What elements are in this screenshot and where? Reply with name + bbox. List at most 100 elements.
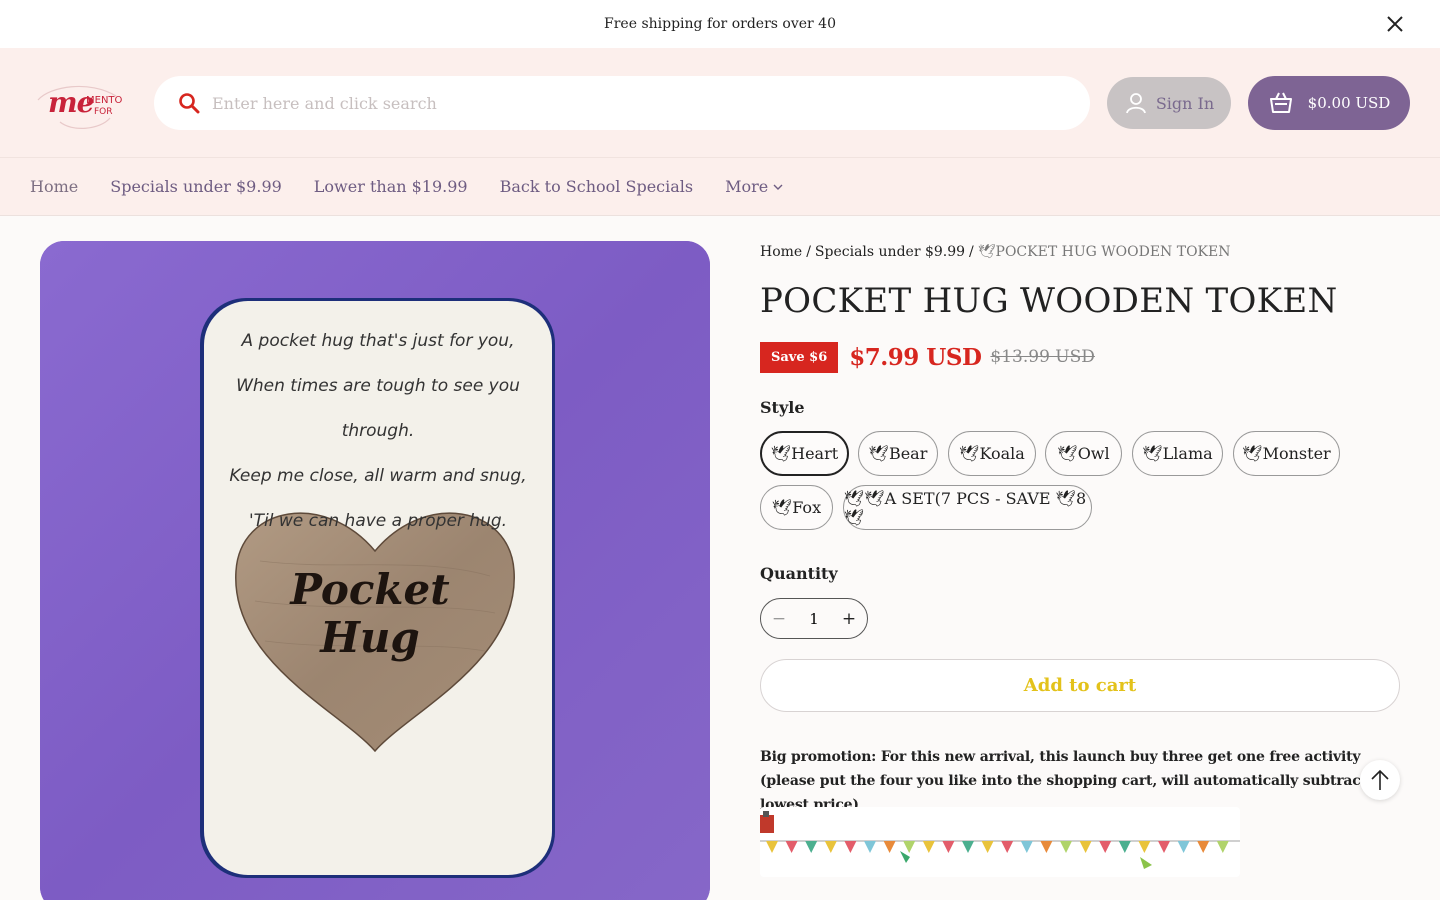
basket-icon [1269, 92, 1292, 113]
logo-text-top: MENTO [86, 95, 123, 106]
cart-total: $0.00 USD [1307, 94, 1391, 112]
bunting-flag [1138, 841, 1151, 853]
bunting-flag [962, 841, 974, 853]
nav-item-label: Specials under $9.99 [110, 177, 282, 196]
breadcrumb-home[interactable]: Home [760, 244, 802, 260]
style-option-monster[interactable]: 🕊Monster [1233, 431, 1340, 476]
token-text: Pocket Hug [270, 566, 470, 662]
quantity-stepper: − + [760, 598, 868, 639]
main-nav: Home Specials under $9.99 Lower than $19… [0, 158, 1440, 216]
style-option-llama[interactable]: 🕊Llama [1132, 431, 1223, 476]
style-option-owl[interactable]: 🕊Owl [1045, 431, 1122, 476]
product-image[interactable]: A pocket hug that's just for you, When t… [40, 241, 710, 900]
option-label: 🕊🕊A SET(7 PCS - SAVE 🕊8🕊 [844, 488, 1087, 527]
bunting-flag [1079, 841, 1092, 853]
bunting-flag [942, 841, 955, 853]
quantity-increase-button[interactable]: + [837, 607, 861, 631]
product-info: Home / Specials under $9.99 / 🕊POCKET HU… [760, 241, 1400, 877]
style-option-heart[interactable]: 🕊Heart [760, 431, 849, 476]
nav-item-label: Back to School Specials [499, 177, 694, 196]
nav-item-specials-under-9-99[interactable]: Specials under $9.99 [110, 177, 282, 196]
announcement-text: Free shipping for orders over 40 [604, 16, 836, 32]
sign-in-button[interactable]: Sign In [1107, 77, 1231, 129]
style-option-koala[interactable]: 🕊Koala [948, 431, 1036, 476]
bunting-flag [1099, 841, 1112, 853]
option-label: 🕊Bear [868, 444, 928, 463]
quantity-decrease-button[interactable]: − [767, 607, 791, 631]
nav-item-back-to-school[interactable]: Back to School Specials [500, 177, 694, 196]
price-row: Save $6 $7.99 USD $13.99 USD [760, 341, 1400, 373]
search-bar [154, 76, 1090, 130]
bunting-graphic [760, 811, 1240, 869]
close-icon[interactable] [1384, 13, 1406, 35]
breadcrumb-category[interactable]: Specials under $9.99 [815, 244, 965, 260]
breadcrumb-separator: / [969, 244, 974, 260]
style-option-fox[interactable]: 🕊Fox [760, 485, 833, 530]
bunting-flag [785, 841, 798, 853]
bunting-flag [1197, 841, 1210, 853]
bunting-flag [805, 841, 818, 853]
bunting-flag [1020, 841, 1033, 853]
breadcrumb-current: 🕊POCKET HUG WOODEN TOKEN [977, 244, 1231, 260]
option-label: 🕊Koala [959, 444, 1025, 463]
bunting-flag [1177, 841, 1190, 853]
user-icon [1125, 93, 1146, 114]
chevron-down-icon [773, 184, 783, 190]
card-line: 'Til we can have a proper hug. [248, 511, 508, 531]
bunting-flag [1001, 841, 1014, 853]
style-label: Style [760, 398, 805, 417]
bunting-flag [883, 841, 896, 853]
search-input[interactable] [212, 93, 1052, 113]
option-label: 🕊Owl [1057, 444, 1110, 463]
sign-in-label: Sign In [1155, 93, 1215, 113]
site-header: me MENTO FOR Sign In $0.00 USD [0, 48, 1440, 158]
style-option-set[interactable]: 🕊🕊A SET(7 PCS - SAVE 🕊8🕊 [843, 485, 1092, 530]
product-title: POCKET HUG WOODEN TOKEN [760, 281, 1338, 321]
bunting-flag [844, 841, 857, 853]
bunting-flag [922, 841, 935, 853]
option-label: 🕊Fox [771, 498, 822, 517]
bunting-flag [766, 841, 778, 853]
search-icon[interactable] [178, 92, 200, 114]
cart-button[interactable]: $0.00 USD [1248, 76, 1410, 130]
announcement-bar: Free shipping for orders over 40 [0, 0, 1440, 48]
quantity-input[interactable] [799, 609, 829, 628]
card-verse: A pocket hug that's just for you, When t… [204, 319, 552, 544]
quantity-label: Quantity [760, 564, 838, 583]
card-line: Keep me close, all warm and snug, [229, 466, 527, 486]
option-label: 🕊Llama [1142, 444, 1213, 463]
bunting-flag [864, 841, 876, 853]
bunting-flag [1060, 841, 1072, 853]
bunting-flag [1118, 841, 1131, 853]
bunting-flag [981, 841, 994, 853]
nav-item-home[interactable]: Home [30, 177, 78, 196]
nav-item-label: Home [30, 177, 79, 196]
breadcrumb: Home / Specials under $9.99 / 🕊POCKET HU… [760, 241, 1400, 263]
token-line: Pocket [290, 565, 450, 614]
nav-item-lower-than-19-99[interactable]: Lower than $19.99 [314, 177, 468, 196]
bunting-flag [1216, 841, 1229, 853]
nav-item-more[interactable]: More [725, 177, 783, 196]
option-label: 🕊Heart [770, 444, 839, 463]
card-line: A pocket hug that's just for you, [241, 331, 515, 351]
bunting-flag [903, 841, 916, 853]
breadcrumb-separator: / [806, 244, 811, 260]
option-label: 🕊Monster [1242, 444, 1331, 463]
promo-banner-image [760, 807, 1240, 877]
bunting-flag [1040, 841, 1053, 853]
card-line: When times are tough to see you through. [236, 376, 520, 441]
token-line: Hug [320, 613, 420, 662]
add-to-cart-button[interactable]: Add to cart [760, 659, 1400, 712]
back-to-top-button[interactable] [1360, 760, 1400, 800]
style-option-bear[interactable]: 🕊Bear [858, 431, 938, 476]
compare-price: $13.99 USD [990, 347, 1095, 367]
save-badge: Save $6 [760, 341, 839, 373]
nav-item-label: More [725, 177, 769, 196]
bunting-flag [1158, 841, 1170, 853]
sale-price: $7.99 USD [849, 343, 982, 371]
logo-text-bottom: FOR [94, 107, 113, 117]
arrow-up-icon [1371, 769, 1389, 790]
logo[interactable]: me MENTO FOR [30, 78, 128, 134]
nav-item-label: Lower than $19.99 [313, 177, 468, 196]
bunting-flag [824, 841, 837, 853]
